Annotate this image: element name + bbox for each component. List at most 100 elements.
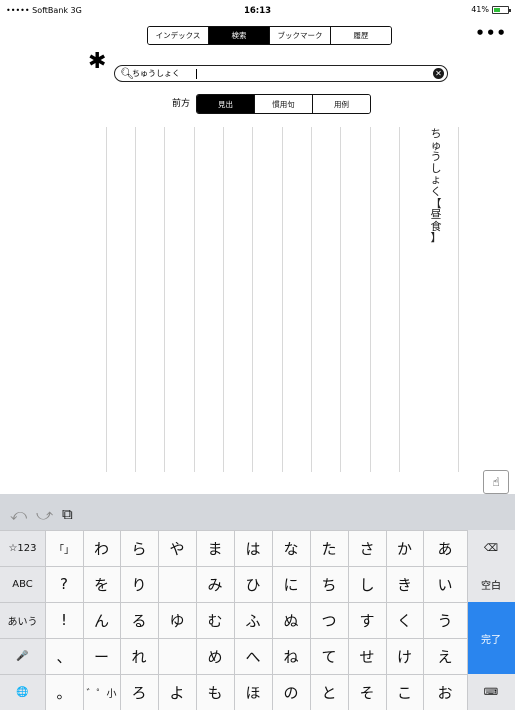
- key[interactable]: ゛゜小: [83, 674, 120, 710]
- key[interactable]: つ: [310, 602, 348, 638]
- key[interactable]: り: [120, 566, 158, 602]
- key[interactable]: わ: [83, 530, 120, 566]
- key-blank[interactable]: [158, 566, 196, 602]
- key[interactable]: か: [386, 530, 423, 566]
- column-rule: [340, 127, 341, 472]
- key[interactable]: た: [310, 530, 348, 566]
- key[interactable]: ろ: [120, 674, 158, 710]
- column-rule: [399, 127, 400, 472]
- hand-pointer-icon: ☝︎: [492, 475, 500, 489]
- search-input[interactable]: [132, 67, 422, 80]
- key[interactable]: ま: [196, 530, 234, 566]
- tab-headword[interactable]: 見出: [197, 95, 255, 113]
- key-space[interactable]: 空白: [467, 566, 515, 602]
- key-divider: [0, 638, 467, 639]
- key[interactable]: せ: [348, 638, 386, 674]
- clear-icon[interactable]: ✕: [433, 68, 444, 79]
- key[interactable]: ら: [120, 530, 158, 566]
- key[interactable]: て: [310, 638, 348, 674]
- text-caret: [196, 69, 197, 79]
- key-abc[interactable]: ABC: [0, 566, 45, 602]
- key[interactable]: み: [196, 566, 234, 602]
- undo-icon[interactable]: ⤺: [10, 505, 27, 525]
- key[interactable]: を: [83, 566, 120, 602]
- key-divider: [0, 566, 467, 567]
- key[interactable]: き: [386, 566, 423, 602]
- key-kana[interactable]: あいう: [0, 602, 45, 638]
- key[interactable]: し: [348, 566, 386, 602]
- key[interactable]: る: [120, 602, 158, 638]
- key[interactable]: ひ: [234, 566, 272, 602]
- key[interactable]: も: [196, 674, 234, 710]
- key[interactable]: ほ: [234, 674, 272, 710]
- column-rule: [194, 127, 195, 472]
- key[interactable]: め: [196, 638, 234, 674]
- top-tabs: インデックス 検索 ブックマーク 履歴: [147, 26, 392, 45]
- tab-example[interactable]: 用例: [313, 95, 370, 113]
- key[interactable]: に: [272, 566, 310, 602]
- handwriting-button[interactable]: ☝︎: [483, 470, 509, 494]
- column-rule: [223, 127, 224, 472]
- key[interactable]: こ: [386, 674, 423, 710]
- tab-history[interactable]: 履歴: [331, 27, 391, 44]
- key[interactable]: く: [386, 602, 423, 638]
- key-punct[interactable]: !: [45, 602, 83, 638]
- key[interactable]: お: [423, 674, 467, 710]
- key[interactable]: す: [348, 602, 386, 638]
- key[interactable]: う: [423, 602, 467, 638]
- tab-index[interactable]: インデックス: [148, 27, 209, 44]
- key-divider: [348, 530, 349, 710]
- key-globe[interactable]: 🌐: [0, 674, 45, 710]
- key[interactable]: の: [272, 674, 310, 710]
- key[interactable]: さ: [348, 530, 386, 566]
- key-numbers[interactable]: ☆123: [0, 530, 45, 566]
- tab-search[interactable]: 検索: [209, 27, 270, 44]
- key-punct[interactable]: 「」: [45, 530, 83, 566]
- redo-icon[interactable]: ⤻: [36, 505, 53, 525]
- key[interactable]: や: [158, 530, 196, 566]
- key[interactable]: は: [234, 530, 272, 566]
- key-dictation[interactable]: 🎤: [0, 638, 45, 674]
- result-entry[interactable]: ちゅう しょく 【昼食 】: [429, 128, 443, 244]
- key[interactable]: と: [310, 674, 348, 710]
- key[interactable]: ー: [83, 638, 120, 674]
- done-key[interactable]: 完了: [467, 602, 515, 674]
- key[interactable]: へ: [234, 638, 272, 674]
- key[interactable]: む: [196, 602, 234, 638]
- key[interactable]: い: [423, 566, 467, 602]
- key[interactable]: そ: [348, 674, 386, 710]
- key-punct[interactable]: 。: [45, 674, 83, 710]
- key[interactable]: ゆ: [158, 602, 196, 638]
- key[interactable]: ち: [310, 566, 348, 602]
- key[interactable]: え: [423, 638, 467, 674]
- key-divider: [272, 530, 273, 710]
- key-divider: [423, 530, 424, 710]
- status-bar: ••••• SoftBank 3G 16:13 41%: [0, 0, 515, 18]
- tab-idiom[interactable]: 慣用句: [255, 95, 313, 113]
- key-dismiss[interactable]: ⌨: [467, 674, 515, 710]
- key-divider: [120, 530, 121, 710]
- key[interactable]: れ: [120, 638, 158, 674]
- key-blank[interactable]: [158, 638, 196, 674]
- column-rule: [311, 127, 312, 472]
- tab-bookmark[interactable]: ブックマーク: [270, 27, 331, 44]
- paste-icon[interactable]: ⧉: [62, 505, 73, 523]
- match-mode-label[interactable]: 前方: [172, 96, 190, 109]
- key[interactable]: よ: [158, 674, 196, 710]
- key[interactable]: ぬ: [272, 602, 310, 638]
- key-punct[interactable]: ?: [45, 566, 83, 602]
- key[interactable]: な: [272, 530, 310, 566]
- column-rule: [282, 127, 283, 472]
- battery-indicator: 41%: [471, 5, 511, 14]
- key[interactable]: ふ: [234, 602, 272, 638]
- key[interactable]: あ: [423, 530, 467, 566]
- wildcard-button[interactable]: ✱: [88, 49, 106, 74]
- key[interactable]: ん: [83, 602, 120, 638]
- more-button[interactable]: •••: [475, 24, 507, 42]
- column-rule: [458, 127, 459, 472]
- key-punct[interactable]: 、: [45, 638, 83, 674]
- key-backspace[interactable]: ⌫: [467, 530, 515, 566]
- key-divider: [0, 602, 467, 603]
- key[interactable]: ね: [272, 638, 310, 674]
- key[interactable]: け: [386, 638, 423, 674]
